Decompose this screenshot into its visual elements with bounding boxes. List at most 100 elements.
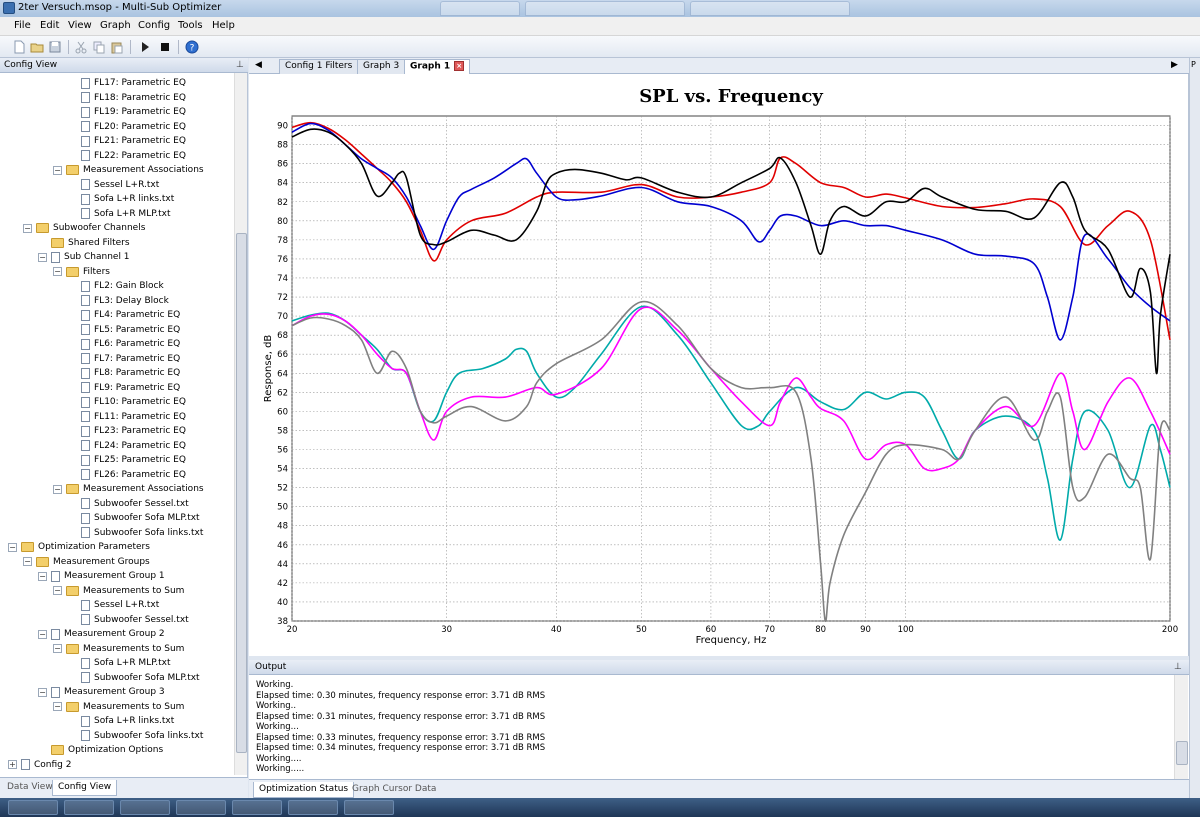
tree-item[interactable]: FL7: Parametric EQ bbox=[68, 352, 180, 366]
scrollbar-thumb[interactable] bbox=[236, 233, 247, 753]
output-scrollbar[interactable] bbox=[1174, 675, 1188, 779]
taskbar-button[interactable] bbox=[344, 800, 394, 815]
new-file-icon[interactable] bbox=[12, 40, 26, 54]
tree-item[interactable]: − Optimization Parameters bbox=[8, 540, 150, 554]
tree-item[interactable]: FL8: Parametric EQ bbox=[68, 366, 180, 380]
expand-icon[interactable]: + bbox=[8, 760, 17, 769]
tab-config-1-filters[interactable]: Config 1 Filters bbox=[279, 59, 359, 74]
collapse-icon[interactable]: − bbox=[38, 629, 47, 639]
tree-item[interactable]: − Measurement Group 1 bbox=[38, 569, 165, 583]
tree-item[interactable]: Subwoofer Sofa MLP.txt bbox=[68, 511, 200, 525]
play-icon[interactable] bbox=[138, 40, 152, 54]
help-icon[interactable]: ? bbox=[185, 40, 199, 54]
tree-item[interactable]: FL6: Parametric EQ bbox=[68, 337, 180, 351]
tree-item[interactable]: FL4: Parametric EQ bbox=[68, 308, 180, 322]
tree-item[interactable]: Sessel L+R.txt bbox=[68, 598, 159, 612]
collapse-icon[interactable]: − bbox=[23, 557, 32, 566]
tree-item[interactable]: FL9: Parametric EQ bbox=[68, 381, 180, 395]
collapse-icon[interactable]: − bbox=[38, 687, 47, 697]
tree-item[interactable]: FL11: Parametric EQ bbox=[68, 410, 186, 424]
tree-item[interactable]: − Measurement Associations bbox=[53, 482, 204, 496]
tree-item[interactable]: Optimization Options bbox=[38, 743, 163, 757]
collapse-icon[interactable]: − bbox=[23, 223, 32, 233]
taskbar-button[interactable] bbox=[120, 800, 170, 815]
paste-icon[interactable] bbox=[110, 40, 124, 54]
taskbar-button[interactable] bbox=[176, 800, 226, 815]
tree-item[interactable]: Sofa L+R MLP.txt bbox=[68, 207, 170, 221]
tree-item[interactable]: Sofa L+R links.txt bbox=[68, 192, 174, 206]
tree-item[interactable]: − Measurement Associations bbox=[53, 163, 204, 177]
collapsed-side-panel[interactable]: P bbox=[1189, 58, 1200, 798]
menu-tools[interactable]: Tools bbox=[178, 20, 203, 31]
tree-item[interactable]: Sessel L+R.txt bbox=[68, 178, 159, 192]
tree-scrollbar[interactable] bbox=[234, 73, 247, 775]
tree-item[interactable]: − Measurement Group 2 bbox=[38, 627, 165, 641]
tree-item[interactable]: − Measurements to Sum bbox=[53, 584, 184, 598]
tree-item[interactable]: − Measurements to Sum bbox=[53, 642, 184, 656]
menu-graph[interactable]: Graph bbox=[100, 20, 131, 31]
spl-chart[interactable]: 3840424446485052545658606264666870727476… bbox=[249, 74, 1189, 656]
pin-icon[interactable]: ⊥ bbox=[236, 60, 244, 70]
tree-item[interactable]: FL2: Gain Block bbox=[68, 279, 164, 293]
taskbar-button[interactable] bbox=[64, 800, 114, 815]
tree-item[interactable]: − Measurement Groups bbox=[23, 555, 150, 569]
tab-graph-3[interactable]: Graph 3 bbox=[357, 59, 406, 74]
menu-help[interactable]: Help bbox=[212, 20, 235, 31]
collapse-icon[interactable]: − bbox=[53, 267, 62, 276]
menu-view[interactable]: View bbox=[68, 20, 92, 31]
scrollbar-thumb[interactable] bbox=[1176, 741, 1188, 765]
tree-item[interactable]: + Config 2 bbox=[8, 758, 71, 772]
collapse-icon[interactable]: − bbox=[53, 702, 62, 711]
tree-item[interactable]: Subwoofer Sofa MLP.txt bbox=[68, 671, 200, 685]
pin-icon[interactable]: ⊥ bbox=[1174, 662, 1182, 672]
menu-config[interactable]: Config bbox=[138, 20, 170, 31]
tab-scroll-left-icon[interactable]: ◀ bbox=[255, 60, 262, 70]
cut-icon[interactable] bbox=[74, 40, 88, 54]
tab-optimization-status[interactable]: Optimization Status bbox=[253, 782, 355, 798]
tree-item[interactable]: FL22: Parametric EQ bbox=[68, 149, 186, 163]
tree-item[interactable]: Subwoofer Sofa links.txt bbox=[68, 526, 203, 540]
tab-scroll-right-icon[interactable]: ▶ bbox=[1171, 60, 1178, 70]
tree-item[interactable]: FL26: Parametric EQ bbox=[68, 468, 186, 482]
menu-file[interactable]: File bbox=[14, 20, 31, 31]
tab-graph-cursor-data[interactable]: Graph Cursor Data bbox=[347, 782, 441, 798]
tree-item[interactable]: FL10: Parametric EQ bbox=[68, 395, 186, 409]
tree-item[interactable]: FL23: Parametric EQ bbox=[68, 424, 186, 438]
tree-item[interactable]: − Measurement Group 3 bbox=[38, 685, 165, 699]
open-folder-icon[interactable] bbox=[30, 40, 44, 54]
tree-item[interactable]: − Filters bbox=[53, 265, 110, 279]
collapse-icon[interactable]: − bbox=[8, 542, 17, 552]
tab-data-view[interactable]: Data View bbox=[2, 780, 58, 796]
tree-item[interactable]: − Subwoofer Channels bbox=[23, 221, 145, 235]
tree-item[interactable]: − Measurements to Sum bbox=[53, 700, 184, 714]
tree-item[interactable]: FL25: Parametric EQ bbox=[68, 453, 186, 467]
taskbar-button[interactable] bbox=[288, 800, 338, 815]
tree-item[interactable]: FL21: Parametric EQ bbox=[68, 134, 186, 148]
collapse-icon[interactable]: − bbox=[38, 252, 47, 262]
tree-item[interactable]: Subwoofer Sessel.txt bbox=[68, 613, 189, 627]
tab-config-view[interactable]: Config View bbox=[52, 780, 118, 796]
tree-item[interactable]: FL17: Parametric EQ bbox=[68, 76, 186, 90]
tree-item[interactable]: FL3: Delay Block bbox=[68, 294, 169, 308]
tree-item[interactable]: Subwoofer Sofa links.txt bbox=[68, 729, 203, 743]
collapse-icon[interactable]: − bbox=[38, 571, 47, 581]
tree-item[interactable]: FL19: Parametric EQ bbox=[68, 105, 186, 119]
tree-item[interactable]: − Sub Channel 1 bbox=[38, 250, 130, 264]
tree-item[interactable]: Sofa L+R MLP.txt bbox=[68, 656, 170, 670]
tree-item[interactable]: Subwoofer Sessel.txt bbox=[68, 497, 189, 511]
save-icon[interactable] bbox=[48, 40, 62, 54]
tree-item[interactable]: FL24: Parametric EQ bbox=[68, 439, 186, 453]
stop-icon[interactable] bbox=[158, 40, 172, 54]
tree-item[interactable]: FL18: Parametric EQ bbox=[68, 91, 186, 105]
collapse-icon[interactable]: − bbox=[53, 586, 62, 595]
tree-item[interactable]: Sofa L+R links.txt bbox=[68, 714, 174, 728]
tree-item[interactable]: FL20: Parametric EQ bbox=[68, 120, 186, 134]
tree-item[interactable]: FL5: Parametric EQ bbox=[68, 323, 180, 337]
tree-item[interactable]: Shared Filters bbox=[38, 236, 130, 250]
menu-edit[interactable]: Edit bbox=[40, 20, 59, 31]
taskbar-button[interactable] bbox=[8, 800, 58, 815]
collapse-icon[interactable]: − bbox=[53, 484, 62, 494]
collapse-icon[interactable]: − bbox=[53, 644, 62, 653]
close-tab-icon[interactable]: × bbox=[454, 61, 465, 71]
tab-graph-1[interactable]: Graph 1 × bbox=[404, 59, 471, 74]
